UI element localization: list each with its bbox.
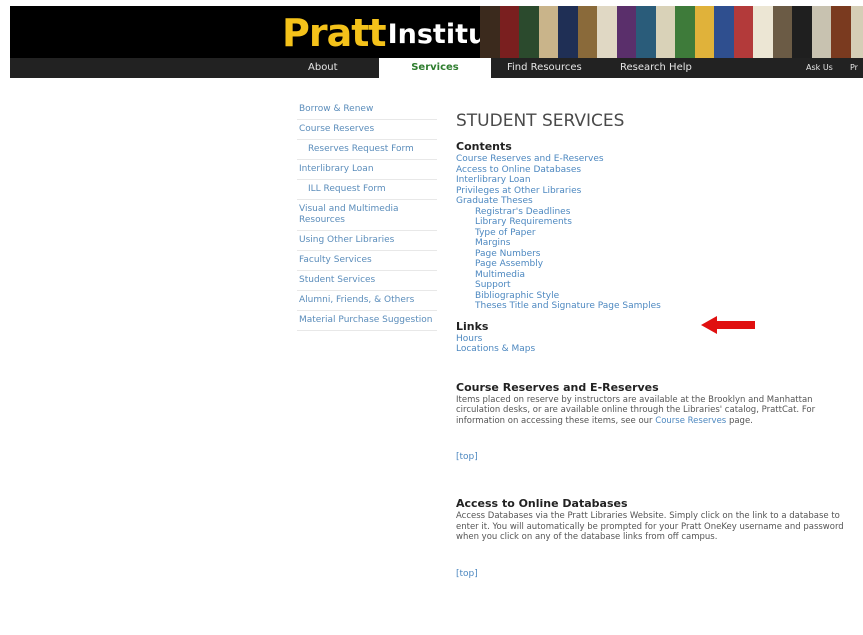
- book-spine: [616, 6, 636, 58]
- book-spine: [655, 6, 675, 58]
- sidebar-item-interlibrary-loan[interactable]: Interlibrary Loan: [297, 160, 437, 180]
- main-content: STUDENT SERVICES Contents Course Reserve…: [456, 110, 846, 579]
- nav-find-resources[interactable]: Find Resources: [507, 58, 582, 78]
- sidebar-item-borrow-renew[interactable]: Borrow & Renew: [297, 100, 437, 120]
- online-databases-heading: Access to Online Databases: [456, 497, 628, 510]
- link-locations-maps[interactable]: Locations & Maps: [456, 344, 846, 355]
- toc-page-numbers[interactable]: Page Numbers: [456, 249, 846, 260]
- toc-graduate-theses[interactable]: Graduate Theses: [456, 196, 846, 207]
- toc-page-assembly[interactable]: Page Assembly: [456, 259, 846, 270]
- toc-support[interactable]: Support: [456, 280, 846, 291]
- page-title: STUDENT SERVICES: [456, 111, 625, 131]
- book-spine: [772, 6, 792, 58]
- toc-registrars-deadlines[interactable]: Registrar's Deadlines: [456, 207, 846, 218]
- book-spine: [499, 6, 519, 58]
- course-reserves-inline-link[interactable]: Course Reserves: [655, 416, 726, 426]
- book-spine: [577, 6, 597, 58]
- top-link-2[interactable]: [top]: [456, 569, 846, 579]
- book-spine: [597, 6, 617, 58]
- course-reserves-heading: Course Reserves and E-Reserves: [456, 380, 659, 394]
- nav-services[interactable]: Services: [379, 58, 491, 78]
- contents-heading: Contents: [456, 140, 512, 153]
- sidebar-item-faculty-services[interactable]: Faculty Services: [297, 251, 437, 271]
- toc-multimedia[interactable]: Multimedia: [456, 270, 846, 281]
- online-databases-text: Access Databases via the Pratt Libraries…: [456, 511, 844, 542]
- book-spine: [480, 6, 500, 58]
- nav-pr[interactable]: Pr: [850, 58, 858, 78]
- toc-theses-title-signature-samples[interactable]: Theses Title and Signature Page Samples: [456, 301, 846, 312]
- book-spine: [675, 6, 695, 58]
- book-spine: [811, 6, 831, 58]
- sidebar-menu: Borrow & Renew Course Reserves Reserves …: [297, 100, 437, 331]
- main-navigation: About Services Find Resources Research H…: [10, 58, 863, 78]
- nav-ask-us[interactable]: Ask Us: [806, 58, 833, 78]
- book-spine: [733, 6, 753, 58]
- sidebar-item-course-reserves[interactable]: Course Reserves: [297, 120, 437, 140]
- online-databases-section: Access to Online Databases Access Databa…: [456, 497, 846, 579]
- top-link-1[interactable]: [top]: [456, 452, 846, 462]
- course-reserves-section: Course Reserves and E-Reserves Items pla…: [456, 381, 846, 463]
- toc-library-requirements[interactable]: Library Requirements: [456, 217, 846, 228]
- sidebar-item-visual-multimedia[interactable]: Visual and Multimedia Resources: [297, 200, 437, 231]
- course-reserves-text-after: page.: [726, 415, 753, 426]
- course-reserves-text-before: Items placed on reserve by instructors a…: [456, 394, 816, 426]
- toc-margins[interactable]: Margins: [456, 238, 846, 249]
- sidebar-item-other-libraries[interactable]: Using Other Libraries: [297, 231, 437, 251]
- red-arrow-annotation-icon: [701, 316, 755, 334]
- nav-research-help[interactable]: Research Help: [620, 58, 692, 78]
- toc-type-of-paper[interactable]: Type of Paper: [456, 228, 846, 239]
- sidebar-item-reserves-request-form[interactable]: Reserves Request Form: [297, 140, 437, 160]
- logo-pratt-text: Pratt: [282, 11, 387, 55]
- links-heading: Links: [456, 319, 489, 333]
- book-spine: [714, 6, 734, 58]
- sidebar-item-student-services[interactable]: Student Services: [297, 271, 437, 291]
- course-reserves-text: Items placed on reserve by instructors a…: [456, 395, 846, 427]
- sidebar-item-ill-request-form[interactable]: ILL Request Form: [297, 180, 437, 200]
- book-spine: [753, 6, 773, 58]
- arrow-shape: [701, 316, 755, 334]
- toc-interlibrary-loan[interactable]: Interlibrary Loan: [456, 175, 846, 186]
- book-spine: [792, 6, 812, 58]
- book-spine: [831, 6, 851, 58]
- book-spine: [694, 6, 714, 58]
- book-spine: [519, 6, 539, 58]
- book-spines-image: [480, 6, 863, 58]
- toc-online-databases[interactable]: Access to Online Databases: [456, 165, 846, 176]
- toc-privileges-other-libraries[interactable]: Privileges at Other Libraries: [456, 186, 846, 197]
- link-hours[interactable]: Hours: [456, 334, 846, 345]
- header-banner: PrattInstitute Libraries: [10, 6, 863, 58]
- sidebar-item-alumni-friends[interactable]: Alumni, Friends, & Others: [297, 291, 437, 311]
- book-spine: [558, 6, 578, 58]
- toc-course-reserves[interactable]: Course Reserves and E-Reserves: [456, 154, 846, 165]
- book-spine: [850, 6, 863, 58]
- nav-about[interactable]: About: [308, 58, 338, 78]
- toc-bibliographic-style[interactable]: Bibliographic Style: [456, 291, 846, 302]
- book-spine: [538, 6, 558, 58]
- book-spine: [636, 6, 656, 58]
- sidebar-item-material-purchase[interactable]: Material Purchase Suggestion: [297, 311, 437, 331]
